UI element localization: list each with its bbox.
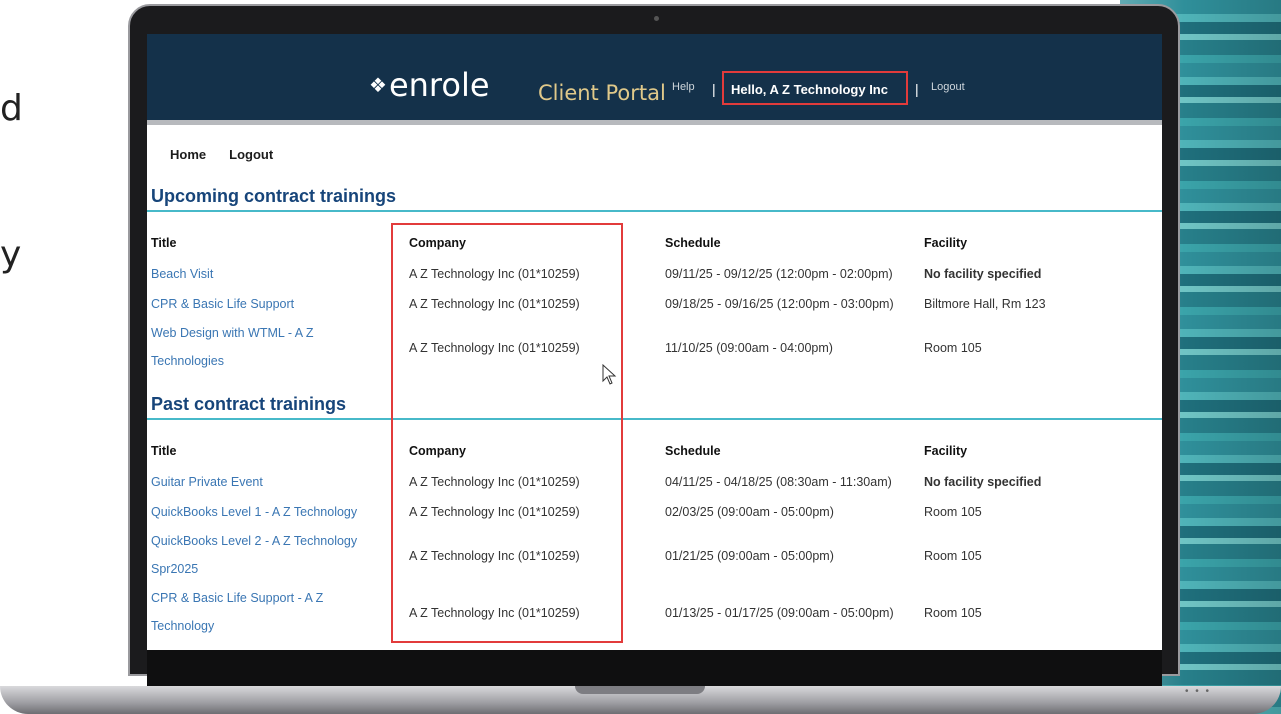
training-title-link[interactable]: CPR & Basic Life Support - A Z Technolog… (151, 584, 371, 640)
section-divider (147, 210, 1162, 212)
portal-title: Client Portal (538, 81, 666, 105)
enrole-logo[interactable]: ❖enrole (369, 66, 490, 104)
facility-cell: Room 105 (924, 505, 982, 519)
column-header-title: Title (151, 444, 177, 458)
nav-logout[interactable]: Logout (229, 147, 273, 162)
column-header-schedule: Schedule (665, 444, 721, 458)
separator: | (915, 81, 919, 97)
help-link[interactable]: Help (672, 81, 695, 93)
cropped-side-text: d (0, 88, 23, 129)
facility-cell: Biltmore Hall, Rm 123 (924, 297, 1046, 311)
logout-link[interactable]: Logout (931, 81, 965, 93)
laptop-bezel (147, 650, 1162, 686)
facility-cell: Room 105 (924, 341, 982, 355)
company-column-highlight (391, 223, 623, 643)
training-title-link[interactable]: Beach Visit (151, 267, 213, 281)
past-section-title: Past contract trainings (151, 394, 347, 414)
schedule-cell: 11/10/25 (09:00am - 04:00pm) (665, 341, 833, 355)
laptop-vent: • • • (1185, 686, 1212, 697)
laptop-notch (575, 686, 705, 694)
facility-cell: No facility specified (924, 267, 1042, 281)
schedule-cell: 01/21/25 (09:00am - 05:00pm) (665, 549, 834, 563)
training-title-link[interactable]: CPR & Basic Life Support (151, 297, 294, 311)
brand-name: enrole (388, 66, 490, 104)
portal-header: ❖enrole Client Portal Help | Hello, A Z … (147, 34, 1162, 125)
schedule-cell: 09/18/25 - 09/16/25 (12:00pm - 03:00pm) (665, 297, 894, 311)
leaf-icon: ❖ (369, 73, 387, 97)
facility-cell: No facility specified (924, 475, 1042, 489)
schedule-cell: 09/11/25 - 09/12/25 (12:00pm - 02:00pm) (665, 267, 893, 281)
nav-home[interactable]: Home (170, 147, 206, 162)
training-title-link[interactable]: Guitar Private Event (151, 475, 263, 489)
browser-screen: ❖enrole Client Portal Help | Hello, A Z … (147, 34, 1162, 650)
schedule-cell: 02/03/25 (09:00am - 05:00pm) (665, 505, 834, 519)
mouse-cursor-icon (602, 364, 617, 385)
column-header-facility: Facility (924, 444, 968, 458)
column-header-schedule: Schedule (665, 236, 721, 250)
facility-cell: Room 105 (924, 549, 982, 563)
main-nav: Home Logout (170, 147, 296, 162)
facility-cell: Room 105 (924, 606, 982, 620)
upcoming-section-title: Upcoming contract trainings (151, 186, 397, 206)
column-header-title: Title (151, 236, 177, 250)
section-divider (147, 418, 1162, 420)
training-title-link[interactable]: Web Design with WTML - A Z Technologies (151, 319, 371, 375)
training-title-link[interactable]: QuickBooks Level 1 - A Z Technology (151, 505, 357, 519)
schedule-cell: 01/13/25 - 01/17/25 (09:00am - 05:00pm) (665, 606, 894, 620)
training-title-link[interactable]: QuickBooks Level 2 - A Z Technology Spr2… (151, 527, 391, 583)
column-header-facility: Facility (924, 236, 968, 250)
schedule-cell: 04/11/25 - 04/18/25 (08:30am - 11:30am) (665, 475, 892, 489)
cropped-side-text: y (0, 234, 22, 275)
separator: | (712, 81, 716, 97)
greeting: Hello, A Z Technology Inc (722, 71, 908, 105)
webcam-icon (654, 16, 659, 21)
